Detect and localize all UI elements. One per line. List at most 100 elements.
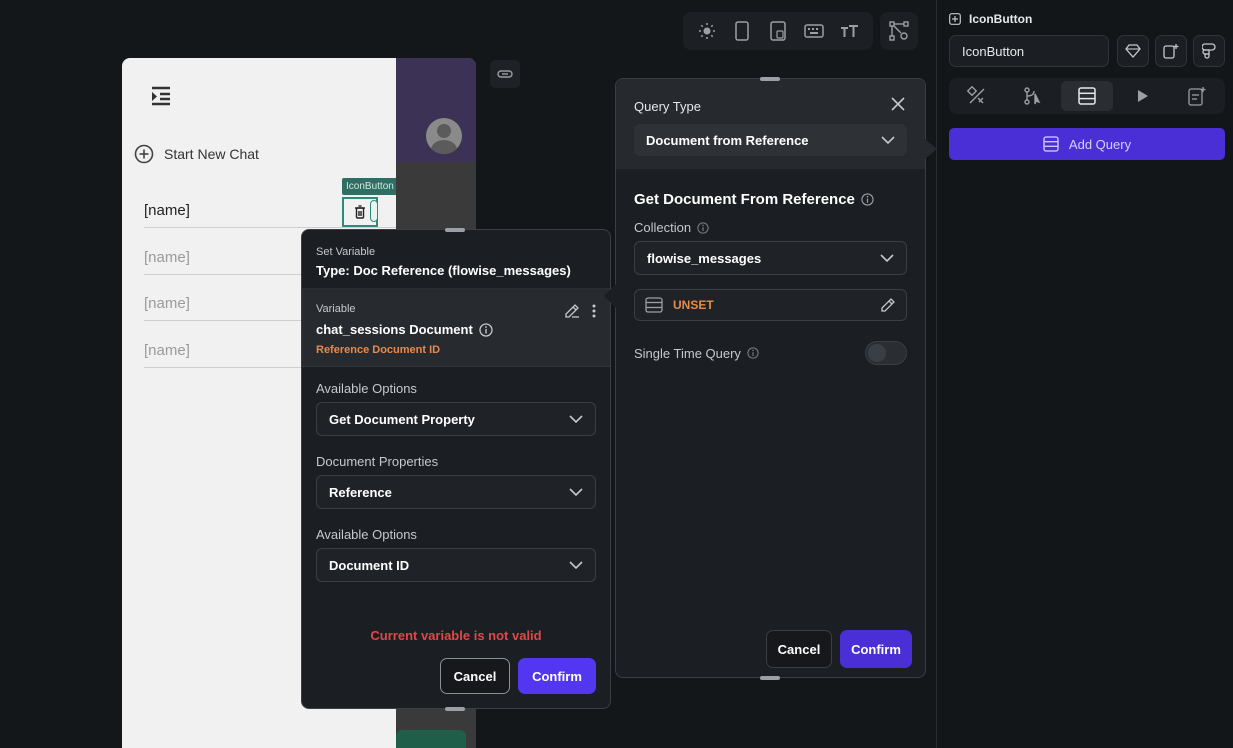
document-add-icon xyxy=(1188,87,1206,106)
add-widget-icon[interactable] xyxy=(1155,35,1187,67)
tab-animations[interactable] xyxy=(1116,81,1168,111)
query-type-header: Query Type Document from Reference xyxy=(616,79,925,169)
sidebar-tabs xyxy=(949,78,1225,114)
info-icon[interactable] xyxy=(861,193,874,206)
avatar[interactable] xyxy=(426,118,462,154)
dialog-header: Set Variable Type: Doc Reference (flowis… xyxy=(302,230,610,289)
more-vertical-icon[interactable] xyxy=(592,304,596,318)
phone-header-bar xyxy=(396,58,476,162)
select-value: Reference xyxy=(329,484,392,500)
trash-icon xyxy=(355,205,365,219)
start-new-chat-button[interactable]: Start New Chat xyxy=(134,144,259,164)
unset-label: UNSET xyxy=(673,298,714,312)
single-time-query-row: Single Time Query xyxy=(634,341,907,365)
variable-label: Variable xyxy=(316,303,356,315)
collection-label: Collection xyxy=(634,220,907,235)
keyboard-icon[interactable] xyxy=(802,19,826,43)
edit-icon[interactable] xyxy=(880,297,896,313)
info-icon[interactable] xyxy=(697,221,709,234)
collection-label-text: Collection xyxy=(634,220,692,235)
drag-handle[interactable] xyxy=(445,228,465,232)
variable-type-title: Type: Doc Reference (flowise_messages) xyxy=(316,263,571,278)
section-title-text: Get Document From Reference xyxy=(634,191,855,208)
tab-documentation[interactable] xyxy=(1171,81,1223,111)
tab-design[interactable] xyxy=(951,81,1003,111)
query-type-select[interactable]: Document from Reference xyxy=(634,124,907,156)
sun-icon[interactable] xyxy=(695,19,719,43)
iconbutton-selection-tag: IconButton xyxy=(342,178,398,195)
query-panel: Query Type Document from Reference Get D… xyxy=(615,78,926,678)
reference-document-id-label: Reference Document ID xyxy=(316,344,441,356)
validation-error: Current variable is not valid xyxy=(370,628,542,643)
document-properties-select[interactable]: Reference xyxy=(316,475,596,509)
branch-icon xyxy=(1024,87,1041,105)
available-options-label: Available Options xyxy=(316,381,417,396)
chevron-down-icon xyxy=(881,136,895,144)
widget-title-text: IconButton xyxy=(969,12,1033,26)
confirm-button[interactable]: Confirm xyxy=(518,658,596,694)
widget-title: IconButton xyxy=(949,12,1032,26)
variable-name-text: chat_sessions Document xyxy=(316,322,473,337)
variable-section: Variable chat_sessions Document Referenc… xyxy=(302,289,610,367)
link-icon[interactable] xyxy=(490,60,520,88)
list-item-label: [name] xyxy=(144,249,190,266)
variable-name: chat_sessions Document xyxy=(316,322,596,337)
select-value: Document ID xyxy=(329,557,410,573)
query-body: Get Document From Reference Collection f… xyxy=(616,169,925,387)
chevron-down-icon xyxy=(569,488,583,496)
add-square-icon xyxy=(949,13,961,25)
query-type-title: Query Type xyxy=(634,99,701,114)
chevron-down-icon xyxy=(569,415,583,423)
resize-handle[interactable] xyxy=(370,200,378,222)
chevron-down-icon xyxy=(880,254,894,262)
drag-handle[interactable] xyxy=(445,707,465,711)
pointer-arrow xyxy=(604,284,616,308)
list-item-label: [name] xyxy=(144,202,190,219)
phone-icon[interactable] xyxy=(730,19,754,43)
available-options-2-select[interactable]: Document ID xyxy=(316,548,596,582)
info-icon[interactable] xyxy=(747,347,759,359)
list-item-label: [name] xyxy=(144,342,190,359)
play-icon xyxy=(1138,90,1149,102)
add-query-button[interactable]: Add Query xyxy=(949,128,1225,160)
add-circle-icon xyxy=(134,144,154,164)
figma-icon[interactable] xyxy=(1193,35,1225,67)
send-button[interactable] xyxy=(396,730,466,748)
info-icon[interactable] xyxy=(479,322,493,337)
set-variable-label: Set Variable xyxy=(316,246,376,258)
document-reference-field[interactable]: UNSET xyxy=(634,289,907,321)
collection-select[interactable]: flowise_messages xyxy=(634,241,907,275)
select-value: Get Document Property xyxy=(329,411,475,427)
available-options-2-label: Available Options xyxy=(316,527,417,542)
single-time-query-text: Single Time Query xyxy=(634,345,741,361)
node-settings-icon[interactable] xyxy=(880,12,918,50)
menu-indent-icon[interactable] xyxy=(150,86,172,111)
tablet-icon[interactable] xyxy=(766,19,790,43)
list-item-label: [name] xyxy=(144,295,190,312)
confirm-button[interactable]: Confirm xyxy=(840,630,912,668)
single-time-query-toggle[interactable] xyxy=(865,341,907,365)
close-icon[interactable] xyxy=(891,97,905,111)
preview-toolbar xyxy=(683,12,873,50)
tab-actions[interactable] xyxy=(1006,81,1058,111)
add-query-label: Add Query xyxy=(1068,136,1132,152)
drag-handle[interactable] xyxy=(760,77,780,81)
diamond-icon[interactable] xyxy=(1117,35,1149,67)
drag-handle[interactable] xyxy=(760,676,780,680)
text-size-icon[interactable] xyxy=(837,19,861,43)
properties-sidebar: IconButton IconButton Add Query xyxy=(937,0,1233,748)
cancel-button[interactable]: Cancel xyxy=(766,630,832,668)
widget-name-input[interactable]: IconButton xyxy=(949,35,1109,67)
document-properties-label: Document Properties xyxy=(316,454,439,469)
design-tools-icon xyxy=(966,86,985,104)
cancel-button[interactable]: Cancel xyxy=(440,658,510,694)
set-variable-dialog: Set Variable Type: Doc Reference (flowis… xyxy=(301,229,611,709)
database-icon xyxy=(1043,136,1059,152)
database-icon xyxy=(645,297,663,313)
single-time-query-label: Single Time Query xyxy=(634,346,759,361)
start-new-chat-label: Start New Chat xyxy=(164,146,259,162)
available-options-select[interactable]: Get Document Property xyxy=(316,402,596,436)
tab-backend-query[interactable] xyxy=(1060,81,1113,111)
edit-icon[interactable] xyxy=(564,303,580,319)
select-value: flowise_messages xyxy=(647,250,762,266)
